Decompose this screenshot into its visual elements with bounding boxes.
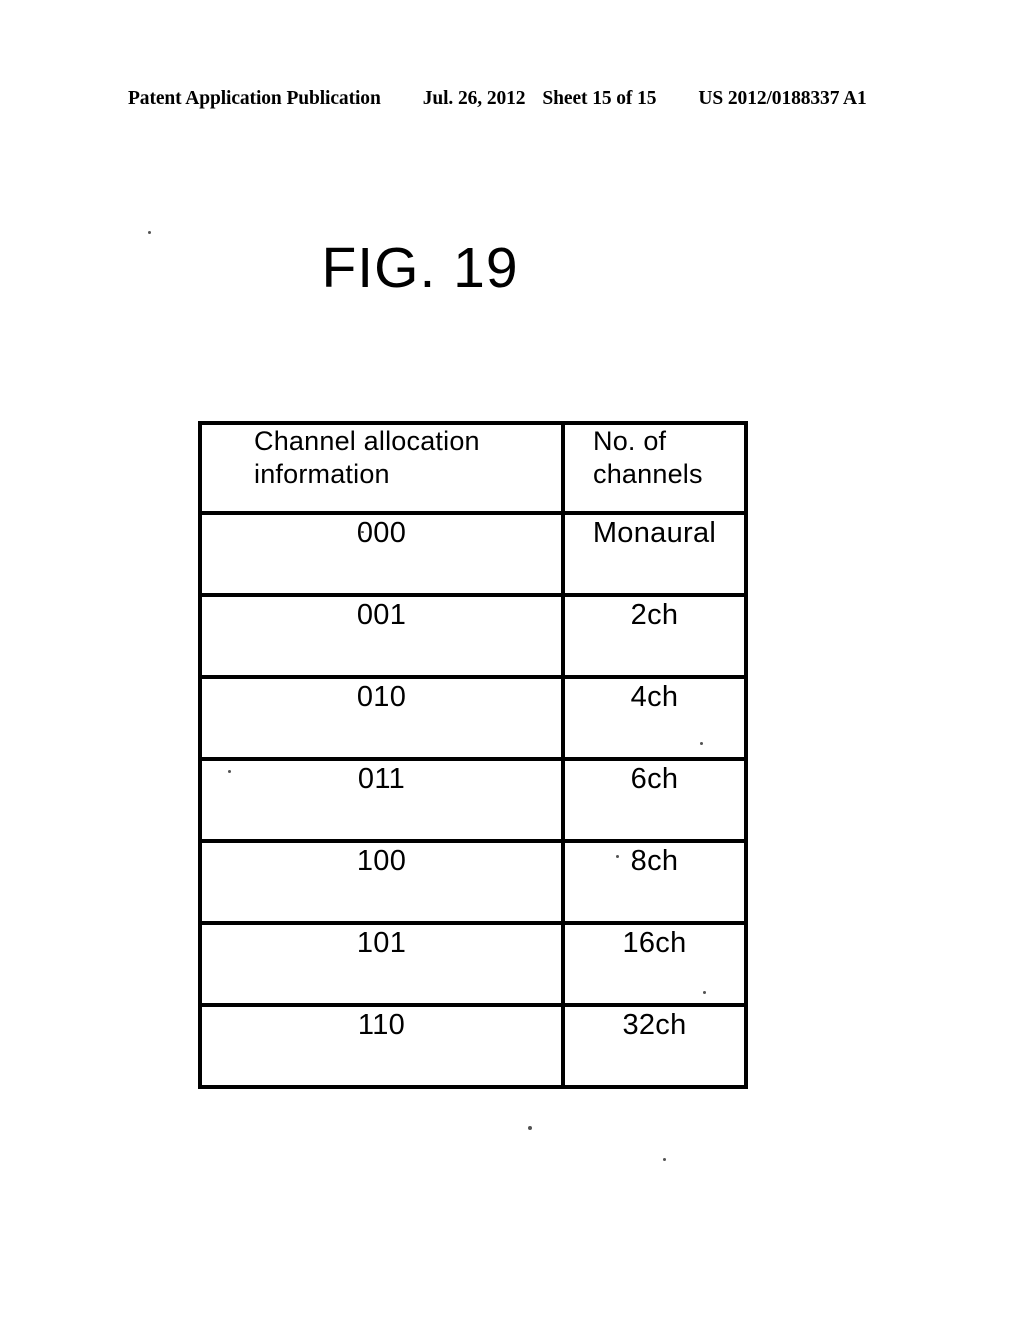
scan-speck	[361, 531, 364, 533]
scan-speck	[700, 742, 703, 745]
table-row: 100 8ch	[202, 841, 744, 925]
cell-channels: 2ch	[563, 595, 744, 679]
table-header-cell-allocation: Channel allocation information	[202, 425, 565, 515]
table-header-row: Channel allocation information No. of ch…	[202, 425, 744, 515]
publication-label: Patent Application Publication	[128, 88, 381, 109]
cell-allocation: 001	[202, 595, 565, 679]
cell-allocation-value: 110	[357, 1009, 406, 1041]
table-body: Channel allocation information No. of ch…	[202, 425, 744, 1085]
scan-speck	[228, 770, 231, 773]
cell-allocation: 000	[202, 513, 565, 597]
scan-speck	[663, 1158, 666, 1161]
cell-channels: 32ch	[563, 1005, 744, 1085]
table-header-label-allocation: Channel allocation information	[254, 426, 480, 489]
cell-channels-value: Monaural	[592, 517, 717, 549]
table-row: 011 6ch	[202, 759, 744, 843]
cell-allocation-value: 001	[356, 599, 407, 631]
sheet-number: Sheet 15 of 15	[542, 88, 657, 109]
cell-channels-value: 16ch	[622, 927, 687, 959]
cell-allocation-value: 010	[356, 681, 407, 713]
cell-allocation: 011	[202, 759, 565, 843]
table-row: 010 4ch	[202, 677, 744, 761]
scan-speck	[703, 991, 706, 994]
cell-channels-value: 2ch	[630, 599, 679, 631]
scan-speck	[148, 231, 151, 234]
cell-allocation: 110	[202, 1005, 565, 1085]
cell-allocation-value: 000	[356, 517, 407, 549]
patent-number: US 2012/0188337 A1	[698, 88, 867, 109]
sheet-header: Patent Application Publication Jul. 26, …	[128, 88, 896, 114]
cell-allocation-value: 011	[357, 763, 406, 795]
figure-title: FIG. 19	[321, 236, 519, 300]
cell-channels: 6ch	[563, 759, 744, 843]
cell-allocation-value: 101	[356, 927, 407, 959]
cell-allocation-value: 100	[356, 845, 407, 877]
cell-allocation: 010	[202, 677, 565, 761]
cell-channels: 4ch	[563, 677, 744, 761]
scan-speck	[616, 855, 619, 858]
cell-channels-value: 8ch	[630, 845, 679, 877]
cell-channels-value: 6ch	[630, 763, 679, 795]
cell-channels-value: 4ch	[630, 681, 679, 713]
cell-channels: 8ch	[563, 841, 744, 925]
table-header-cell-channels: No. of channels	[563, 425, 744, 515]
cell-channels: Monaural	[563, 513, 744, 597]
publication-date: Jul. 26, 2012	[422, 88, 526, 109]
cell-channels-value: 32ch	[622, 1009, 687, 1041]
channel-allocation-table: Channel allocation information No. of ch…	[198, 421, 748, 1089]
table-row: 101 16ch	[202, 923, 744, 1007]
cell-allocation: 100	[202, 841, 565, 925]
cell-channels: 16ch	[563, 923, 744, 1007]
scan-speck	[528, 1126, 532, 1130]
table-header-label-channels: No. of channels	[593, 426, 703, 489]
table-row: 001 2ch	[202, 595, 744, 679]
cell-allocation: 101	[202, 923, 565, 1007]
table-row: 000 Monaural	[202, 513, 744, 597]
table-row: 110 32ch	[202, 1005, 744, 1085]
